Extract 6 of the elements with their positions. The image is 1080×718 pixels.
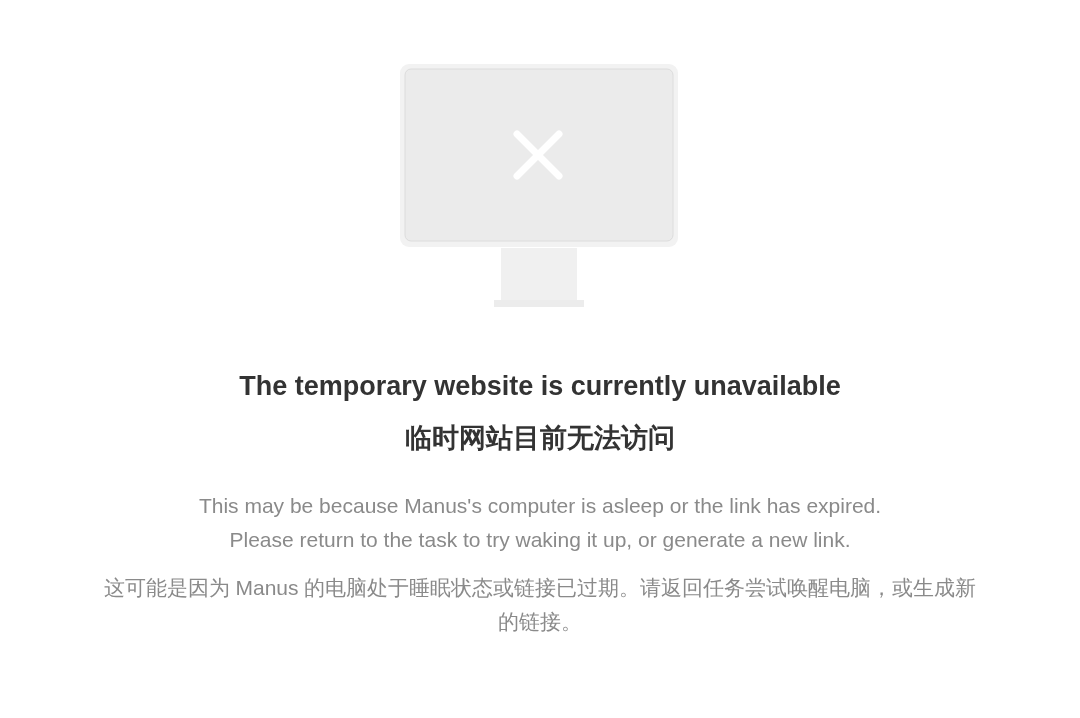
error-message-chinese: 这可能是因为 Manus 的电脑处于睡眠状态或链接已过期。请返回任务尝试唤醒电脑，或生成新的链接。: [102, 575, 978, 635]
error-message-line: This may be because Manus's computer is asleep or the link has expired.: [198, 493, 882, 519]
monitor-error-icon: [400, 64, 680, 309]
error-title-chinese: 临时网站目前无法访问: [405, 422, 675, 455]
error-title: The temporary website is currently unavailable: [239, 370, 841, 403]
error-message-line: Please return to the task to try waking it up, or generate a new link.: [229, 527, 851, 553]
